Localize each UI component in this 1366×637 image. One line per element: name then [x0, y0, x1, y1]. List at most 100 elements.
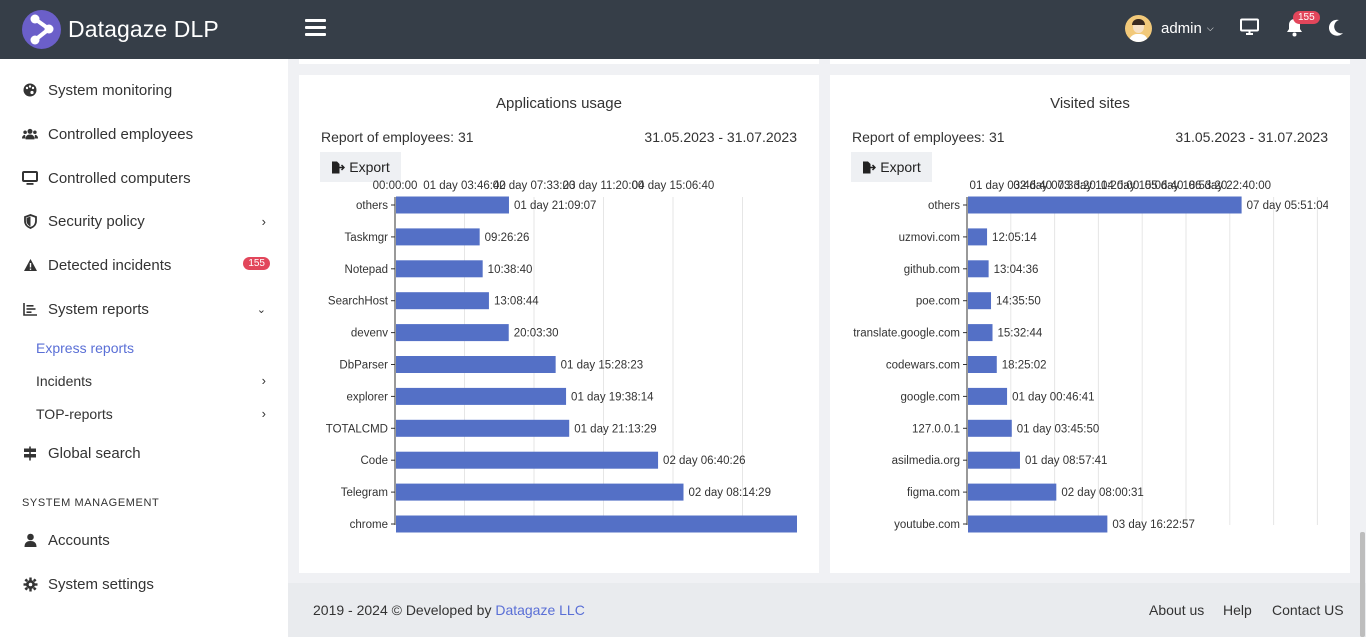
sidebar-item-system-monitoring[interactable]: System monitoring [22, 79, 270, 101]
bar-value-label: 12:05:14 [992, 232, 1037, 244]
category-label: uzmovi.com [899, 232, 960, 244]
top-bar: Datagaze DLP admin ⌵ 155 [0, 0, 1366, 59]
bar[interactable] [396, 324, 509, 342]
card-edge [299, 59, 819, 64]
x-tick-label: 06 day 22:40:00 [1189, 180, 1272, 192]
bar[interactable] [396, 387, 567, 405]
menu-toggle-icon[interactable] [305, 19, 326, 39]
bar[interactable] [396, 451, 659, 469]
export-label: Export [880, 159, 921, 175]
bar[interactable] [968, 451, 1020, 469]
bar-value-label: 01 day 19:38:14 [571, 391, 654, 403]
subitem-label: Express reports [36, 340, 135, 356]
bar-value-label: 02 day 06:40:26 [663, 455, 746, 467]
sidebar-item-system-settings[interactable]: System settings [22, 573, 270, 595]
bar[interactable] [396, 356, 556, 373]
category-label: figma.com [907, 487, 960, 499]
bar-value-label: 01 day 21:09:07 [514, 200, 597, 212]
bar[interactable] [968, 483, 1057, 501]
category-label: devenv [351, 328, 388, 340]
bar[interactable] [968, 196, 1242, 214]
monitor-icon[interactable] [1240, 18, 1259, 41]
sidebar-item-detected-incidents[interactable]: Detected incidents 155 [22, 254, 270, 276]
user-name: admin [1161, 20, 1202, 37]
bar-value-label: 14:35:50 [996, 296, 1041, 308]
logo-icon [22, 10, 61, 49]
bar[interactable] [968, 324, 993, 342]
category-label: Code [361, 455, 389, 467]
bar-value-label: 01 day 21:13:29 [574, 423, 657, 435]
card-title: Visited sites [1050, 95, 1130, 112]
sidebar-item-label: Security policy [48, 212, 145, 230]
category-label: youtube.com [894, 519, 960, 531]
sidebar: System monitoring Controlled employees C… [0, 59, 288, 637]
copyright-text: 2019 - 2024 © Developed by [313, 602, 496, 618]
avatar [1125, 15, 1152, 42]
chevron-right-icon: › [261, 406, 266, 421]
file-export-icon [332, 161, 346, 173]
bar[interactable] [968, 292, 992, 310]
brand[interactable]: Datagaze DLP [22, 10, 219, 49]
card-edge [830, 59, 1350, 64]
bar[interactable] [396, 419, 570, 437]
x-tick-label: 04 day 15:06:40 [632, 180, 715, 192]
card-title: Applications usage [496, 95, 622, 112]
bar-value-label: 01 day 08:57:41 [1025, 455, 1108, 467]
sidebar-item-label: Controlled employees [48, 125, 194, 143]
bar[interactable] [968, 387, 1008, 405]
scrollbar[interactable] [1360, 532, 1365, 637]
bar[interactable] [968, 515, 1108, 533]
user-icon [22, 532, 38, 548]
moon-icon[interactable] [1328, 19, 1344, 41]
chevron-down-icon: ⌄ [256, 303, 266, 316]
user-menu[interactable]: admin ⌵ [1125, 15, 1214, 42]
palette-icon [22, 82, 38, 98]
bar-value-label: 13:04:36 [994, 264, 1039, 276]
bar-value-label: 15:32:44 [998, 328, 1043, 340]
bar[interactable] [968, 228, 988, 246]
bar[interactable] [396, 515, 815, 533]
category-label: translate.google.com [853, 328, 960, 340]
sidebar-subitem-top-reports[interactable]: TOP-reports › [36, 406, 270, 426]
sidebar-subitem-express-reports[interactable]: Express reports [36, 340, 270, 360]
bar[interactable] [396, 196, 509, 214]
help-link[interactable]: Help [1223, 602, 1252, 618]
sidebar-item-label: Controlled computers [48, 169, 191, 187]
gear-icon [22, 576, 38, 592]
bar-value-label: 10:38:40 [488, 264, 533, 276]
bar[interactable] [396, 292, 489, 310]
sidebar-item-label: Detected incidents [48, 256, 172, 274]
category-label: poe.com [916, 296, 960, 308]
bar-value-label: 01 day 03:45:50 [1017, 423, 1100, 435]
category-label: others [356, 200, 388, 212]
category-label: Taskmgr [345, 232, 389, 244]
bar[interactable] [968, 356, 997, 373]
bar[interactable] [396, 260, 483, 278]
sidebar-item-security-policy[interactable]: Security policy › [22, 210, 270, 232]
about-us-link[interactable]: About us [1149, 602, 1204, 618]
subitem-label: Incidents [36, 373, 93, 389]
sidebar-subitem-incidents[interactable]: Incidents › [36, 373, 270, 393]
warning-icon [22, 257, 38, 273]
shield-icon [22, 213, 38, 229]
sidebar-item-system-reports[interactable]: System reports ⌄ [22, 298, 270, 320]
bar[interactable] [396, 228, 480, 246]
company-link[interactable]: Datagaze LLC [495, 602, 585, 618]
bar-value-label: 13:08:44 [494, 296, 539, 308]
chevron-right-icon: › [261, 373, 266, 388]
sidebar-item-label: Global search [48, 444, 141, 462]
sidebar-item-controlled-computers[interactable]: Controlled computers [22, 167, 270, 189]
bar[interactable] [968, 260, 989, 278]
sidebar-item-global-search[interactable]: Global search [22, 442, 270, 464]
bar[interactable] [968, 419, 1012, 437]
notification-badge: 155 [1293, 11, 1320, 24]
monitor-icon [22, 170, 38, 186]
contact-us-link[interactable]: Contact US [1272, 602, 1344, 618]
sidebar-item-label: System settings [48, 575, 154, 593]
sidebar-item-controlled-employees[interactable]: Controlled employees [22, 123, 270, 145]
bar[interactable] [396, 483, 684, 501]
section-title: SYSTEM MANAGEMENT [22, 497, 160, 509]
category-label: explorer [346, 391, 388, 403]
bar-value-label: 07 day 05:51:04 [1247, 200, 1330, 212]
sidebar-item-accounts[interactable]: Accounts [22, 529, 270, 551]
